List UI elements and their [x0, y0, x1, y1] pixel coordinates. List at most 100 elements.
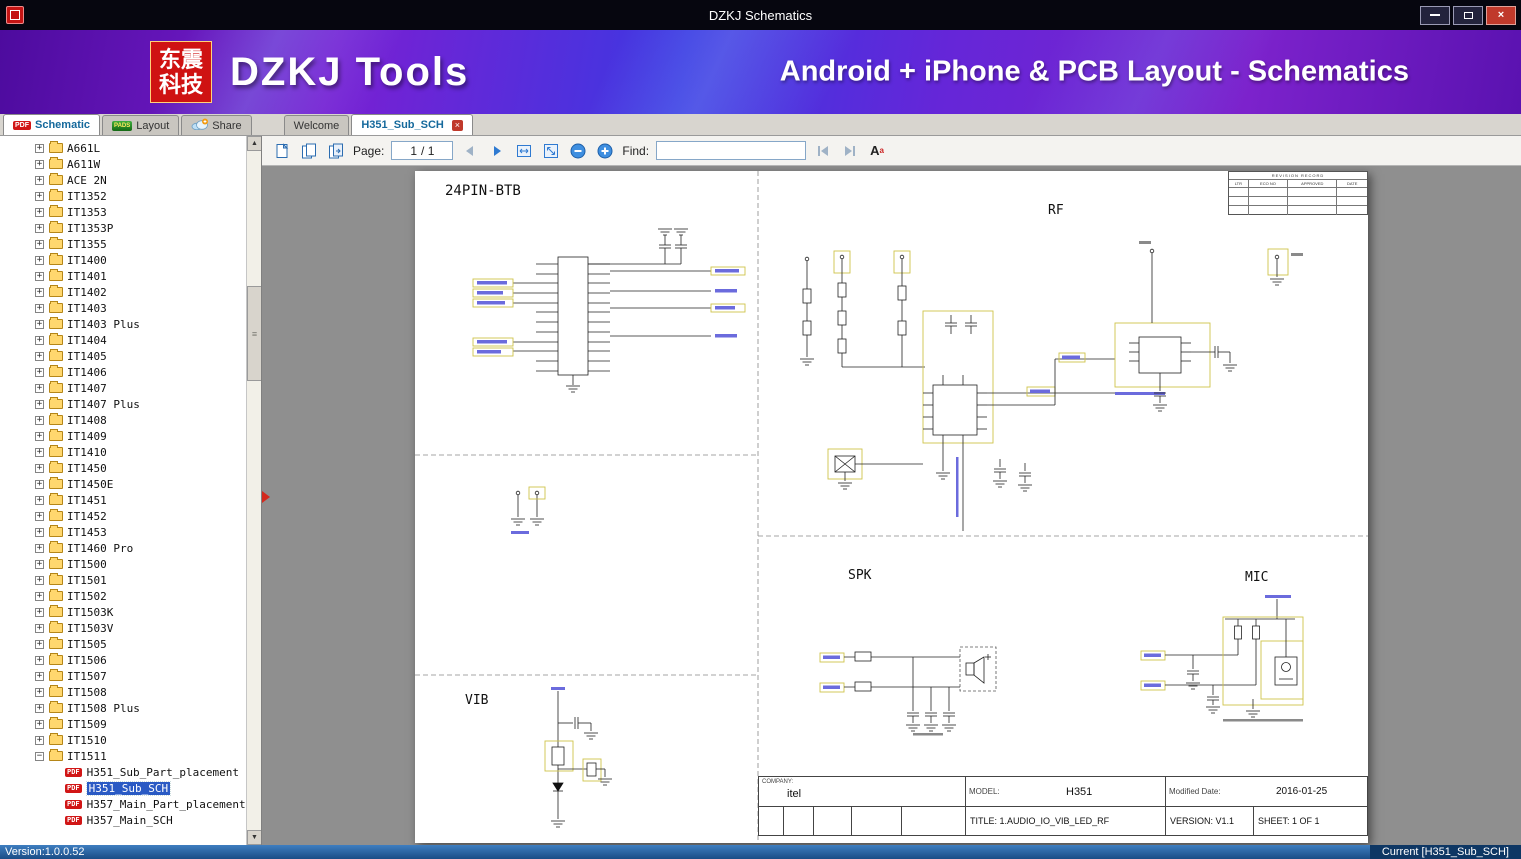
tree-folder-item[interactable]: + IT1408 — [35, 412, 243, 428]
fit-page-button[interactable] — [541, 141, 561, 161]
close-button[interactable]: × — [1486, 5, 1516, 25]
zoom-in-button[interactable] — [595, 141, 615, 161]
collapse-icon[interactable]: − — [35, 751, 44, 761]
tree-folder-item[interactable]: + A611W — [35, 156, 243, 172]
expand-icon[interactable]: + — [35, 207, 44, 217]
tree-folder-item[interactable]: + IT1505 — [35, 636, 243, 652]
tree-folder-item[interactable]: + IT1353 — [35, 204, 243, 220]
tree-folder-item[interactable]: + IT1410 — [35, 444, 243, 460]
tree-pdf-item[interactable]: PDF H351_Sub_Part_placement — [35, 764, 243, 780]
tab-welcome[interactable]: Welcome — [283, 115, 350, 135]
tree-folder-item[interactable]: + IT1503K — [35, 604, 243, 620]
expand-icon[interactable]: + — [35, 239, 44, 249]
prev-page-button[interactable] — [460, 141, 480, 161]
expand-icon[interactable]: + — [35, 511, 44, 521]
minimize-button[interactable] — [1420, 5, 1450, 25]
find-next-button[interactable] — [840, 141, 860, 161]
tree-folder-item[interactable]: + IT1406 — [35, 364, 243, 380]
expand-icon[interactable]: + — [35, 319, 44, 329]
tree-folder-item[interactable]: + IT1409 — [35, 428, 243, 444]
tree-folder-item[interactable]: + IT1401 — [35, 268, 243, 284]
expand-icon[interactable]: + — [35, 655, 44, 665]
tree-folder-item[interactable]: + IT1508 — [35, 684, 243, 700]
tree-folder-item[interactable]: + IT1453 — [35, 524, 243, 540]
tree-folder-item[interactable]: + IT1405 — [35, 348, 243, 364]
expand-icon[interactable]: + — [35, 623, 44, 633]
tree-folder-item[interactable]: + IT1407 Plus — [35, 396, 243, 412]
tree-folder-item[interactable]: + IT1450E — [35, 476, 243, 492]
expand-icon[interactable]: + — [35, 351, 44, 361]
expand-icon[interactable]: + — [35, 543, 44, 553]
tree-pdf-item[interactable]: PDF H357_Main_SCH — [35, 812, 243, 828]
expand-icon[interactable]: + — [35, 255, 44, 265]
tree-folder-item[interactable]: + IT1503V — [35, 620, 243, 636]
continuous-page-icon[interactable] — [326, 141, 346, 161]
expand-icon[interactable]: + — [35, 303, 44, 313]
find-prev-button[interactable] — [813, 141, 833, 161]
two-page-icon[interactable] — [299, 141, 319, 161]
font-size-button[interactable]: Aa — [867, 141, 887, 161]
tree-folder-item[interactable]: + ACE 2N — [35, 172, 243, 188]
expand-icon[interactable]: + — [35, 143, 44, 153]
zoom-out-button[interactable] — [568, 141, 588, 161]
tree-folder-item[interactable]: + IT1355 — [35, 236, 243, 252]
expand-icon[interactable]: + — [35, 463, 44, 473]
next-page-button[interactable] — [487, 141, 507, 161]
tree-folder-item[interactable]: + IT1403 — [35, 300, 243, 316]
expand-icon[interactable]: + — [35, 335, 44, 345]
expand-icon[interactable]: + — [35, 399, 44, 409]
tree-folder-item[interactable]: + IT1353P — [35, 220, 243, 236]
scrollbar-thumb[interactable]: ≡ — [247, 286, 261, 381]
tree-folder-item[interactable]: + IT1501 — [35, 572, 243, 588]
expand-icon[interactable]: + — [35, 719, 44, 729]
expand-icon[interactable]: + — [35, 639, 44, 649]
tree-folder-item[interactable]: + IT1407 — [35, 380, 243, 396]
page-input[interactable]: 1 / 1 — [391, 141, 454, 160]
expand-icon[interactable]: + — [35, 575, 44, 585]
tree-folder-item[interactable]: + IT1352 — [35, 188, 243, 204]
tab-layout[interactable]: PADS Layout — [102, 115, 180, 135]
expand-icon[interactable]: + — [35, 591, 44, 601]
sidebar-collapse-icon[interactable] — [262, 491, 270, 503]
maximize-button[interactable] — [1453, 5, 1483, 25]
tree-folder-item[interactable]: − IT1511 — [35, 748, 243, 764]
expand-icon[interactable]: + — [35, 223, 44, 233]
expand-icon[interactable]: + — [35, 175, 44, 185]
expand-icon[interactable]: + — [35, 735, 44, 745]
tree-folder-item[interactable]: + IT1506 — [35, 652, 243, 668]
tree-folder-item[interactable]: + IT1500 — [35, 556, 243, 572]
tree-folder-item[interactable]: + IT1509 — [35, 716, 243, 732]
sidebar-scrollbar[interactable]: ▲ ≡ ▼ — [246, 136, 261, 845]
expand-icon[interactable]: + — [35, 431, 44, 441]
expand-icon[interactable]: + — [35, 415, 44, 425]
tree-folder-item[interactable]: + IT1450 — [35, 460, 243, 476]
expand-icon[interactable]: + — [35, 287, 44, 297]
tree-folder-item[interactable]: + A661L — [35, 140, 243, 156]
tree-folder-item[interactable]: + IT1404 — [35, 332, 243, 348]
expand-icon[interactable]: + — [35, 159, 44, 169]
single-page-icon[interactable] — [272, 141, 292, 161]
tree-folder-item[interactable]: + IT1510 — [35, 732, 243, 748]
tab-share[interactable]: Share — [181, 115, 252, 135]
tree-folder-item[interactable]: + IT1402 — [35, 284, 243, 300]
expand-icon[interactable]: + — [35, 495, 44, 505]
tab-document[interactable]: H351_Sub_SCH × — [351, 114, 473, 135]
expand-icon[interactable]: + — [35, 479, 44, 489]
expand-icon[interactable]: + — [35, 703, 44, 713]
tree-pdf-item[interactable]: PDF H357_Main_Part_placement — [35, 796, 246, 812]
tree-folder-item[interactable]: + IT1451 — [35, 492, 243, 508]
tree-folder-item[interactable]: + IT1460 Pro — [35, 540, 243, 556]
tree-folder-item[interactable]: + IT1400 — [35, 252, 243, 268]
tree-pdf-item[interactable]: PDF H351_Sub_SCH — [35, 780, 243, 796]
tree-folder-item[interactable]: + IT1507 — [35, 668, 243, 684]
expand-icon[interactable]: + — [35, 383, 44, 393]
expand-icon[interactable]: + — [35, 527, 44, 537]
close-tab-icon[interactable]: × — [451, 119, 463, 131]
find-input[interactable] — [656, 141, 807, 160]
expand-icon[interactable]: + — [35, 271, 44, 281]
expand-icon[interactable]: + — [35, 687, 44, 697]
tree-folder-item[interactable]: + IT1508 Plus — [35, 700, 243, 716]
tree-folder-item[interactable]: + IT1403 Plus — [35, 316, 243, 332]
scroll-down-icon[interactable]: ▼ — [247, 830, 261, 845]
expand-icon[interactable]: + — [35, 367, 44, 377]
